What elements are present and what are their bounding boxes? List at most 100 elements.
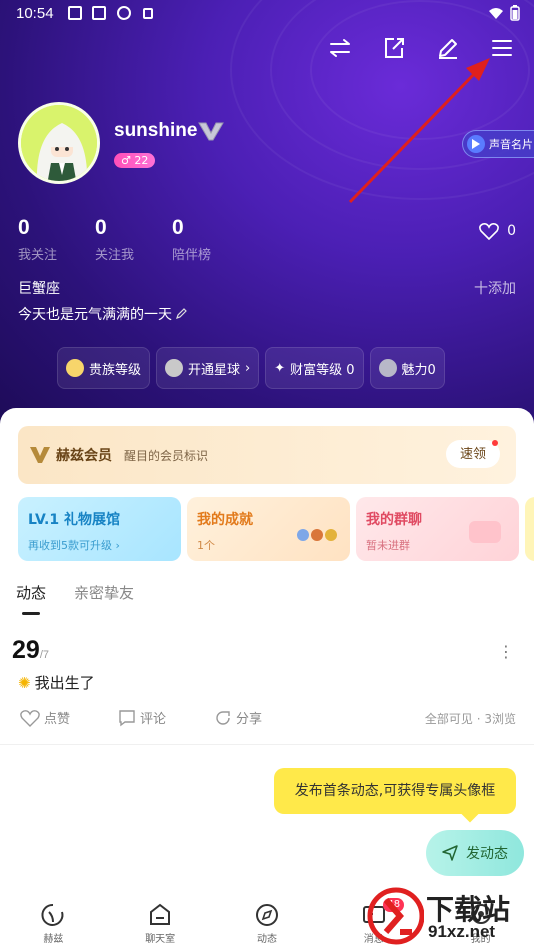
nav-label: 动态 xyxy=(256,934,277,945)
post-moment-button[interactable]: 发动态 xyxy=(426,830,524,876)
charm-pill[interactable]: 魅力0 xyxy=(369,347,445,389)
voice-card-button[interactable]: 声音名片 xyxy=(462,130,534,158)
heart-icon xyxy=(20,709,40,727)
tab-moments[interactable]: 动态 xyxy=(16,582,46,603)
rank-pills: 贵族等级 开通星球 › ✦ 财富等级 0 魅力0 xyxy=(57,347,445,389)
action-label: 评论 xyxy=(140,712,167,727)
red-dot xyxy=(492,440,498,446)
share-icon[interactable] xyxy=(380,34,408,62)
add-tag-button[interactable]: 十添加 xyxy=(474,278,516,298)
post-day: 29 xyxy=(12,636,40,664)
signature[interactable]: 今天也是元气满满的一天 xyxy=(18,304,188,324)
post-visibility: 全部可见 · 3浏览 xyxy=(424,712,516,726)
profile-header: 10:54 sunshine ♂ 22 声音名片 0 我关注 0 关注我 0 陪… xyxy=(0,0,534,430)
post-button-label: 发动态 xyxy=(466,845,508,861)
action-label: 点赞 xyxy=(44,712,71,727)
watermark-logo-icon xyxy=(367,887,424,945)
my-groups-card[interactable]: 我的群聊 暂未进群 xyxy=(356,497,519,561)
switch-icon[interactable] xyxy=(326,34,354,62)
play-icon xyxy=(467,135,485,153)
post-date: 29/7 xyxy=(12,636,49,665)
send-icon xyxy=(442,845,458,861)
claim-label: 速领 xyxy=(459,446,486,461)
noble-level-pill[interactable]: 贵族等级 xyxy=(57,347,151,389)
likes-value: 0 xyxy=(507,223,516,239)
stat-followers[interactable]: 0 关注我 xyxy=(95,216,172,263)
pill-label: 开通星球 xyxy=(188,362,241,378)
card-sub-text: 再收到5款可升级 xyxy=(28,539,112,552)
level-value: 22 xyxy=(134,154,149,167)
nav-label: 聊天室 xyxy=(145,934,176,945)
username: sunshine xyxy=(114,120,198,141)
sun-icon: ✺ xyxy=(18,673,31,692)
crown-icon xyxy=(66,359,84,377)
battery-icon xyxy=(510,5,520,21)
zodiac-tag: 巨蟹座 xyxy=(18,281,60,297)
more-vertical-icon[interactable]: ⋮ xyxy=(498,642,514,661)
gift-hall-card[interactable]: LV.1 礼物展馆 再收到5款可升级 › xyxy=(18,497,181,561)
hertz-icon xyxy=(41,903,64,926)
tab-close-friends[interactable]: 亲密挚友 xyxy=(74,582,134,603)
pencil-icon xyxy=(176,308,188,319)
charm-icon xyxy=(378,359,397,377)
nav-label: 赫兹 xyxy=(43,934,64,945)
stat-label: 陪伴榜 xyxy=(172,248,212,263)
likes-count[interactable]: 0 xyxy=(479,222,516,240)
vip-title: 赫兹会员 xyxy=(56,448,112,464)
open-planet-pill[interactable]: 开通星球 › xyxy=(156,347,260,389)
stat-value: 0 xyxy=(18,216,30,239)
comment-button[interactable]: 评论 xyxy=(118,708,166,727)
vip-v-icon xyxy=(30,447,50,463)
like-button[interactable]: 点赞 xyxy=(20,708,70,727)
action-label: 分享 xyxy=(236,712,263,727)
watermark-site: 91xz.net xyxy=(428,922,496,941)
stats-row: 0 我关注 0 关注我 0 陪伴榜 xyxy=(18,216,249,263)
post-month: /7 xyxy=(39,649,49,661)
card-title: LV.1 礼物展馆 xyxy=(28,512,120,528)
nav-moments[interactable]: 动态 xyxy=(214,894,321,950)
vip-banner[interactable]: 赫兹会员 醒目的会员标识 速领 xyxy=(18,426,516,484)
wifi-icon xyxy=(489,8,503,19)
stat-value: 0 xyxy=(95,216,107,239)
pill-label: 财富等级 0 xyxy=(290,362,355,378)
watermark: 下载站 91xz.net xyxy=(366,884,534,950)
nav-chatroom[interactable]: 聊天室 xyxy=(107,894,214,950)
avatar[interactable] xyxy=(18,102,100,184)
post-actions: 点赞 评论 分享 xyxy=(20,708,262,727)
pill-label: 魅力0 xyxy=(401,362,436,378)
chatroom-icon xyxy=(150,903,171,925)
heart-icon xyxy=(479,223,499,240)
status-bar: 10:54 xyxy=(0,0,534,28)
status-time: 10:54 xyxy=(16,5,54,22)
level-badge: ♂ 22 xyxy=(114,153,156,168)
sparkle-icon: ✦ xyxy=(274,360,286,376)
signature-text: 今天也是元气满满的一天 xyxy=(18,307,172,323)
planet-icon xyxy=(165,359,184,377)
pill-label: 贵族等级 xyxy=(89,362,142,378)
claim-button[interactable]: 速领 xyxy=(446,440,500,468)
share-icon xyxy=(216,710,230,725)
compass-icon xyxy=(255,904,278,926)
achievements-card[interactable]: 我的成就 1个 xyxy=(187,497,350,561)
notification-icon xyxy=(143,8,153,19)
post-text: 我出生了 xyxy=(34,674,95,692)
stat-following[interactable]: 0 我关注 xyxy=(18,216,95,263)
edit-icon[interactable] xyxy=(434,34,462,62)
verified-v-icon xyxy=(198,122,224,141)
voice-card-label: 声音名片 xyxy=(489,138,533,151)
tab-indicator xyxy=(22,612,40,615)
share-button[interactable]: 分享 xyxy=(214,708,262,727)
more-card[interactable] xyxy=(525,497,534,561)
wealth-level-pill[interactable]: ✦ 财富等级 0 xyxy=(265,347,364,389)
divider xyxy=(0,744,534,745)
card-title: 我的成就 xyxy=(197,512,253,528)
stat-value: 0 xyxy=(172,216,184,239)
post-content: ✺ 我出生了 xyxy=(18,672,95,693)
nav-hertz[interactable]: 赫兹 xyxy=(0,894,107,950)
tip-bubble: 发布首条动态,可获得专属头像框 xyxy=(274,768,516,814)
status-right xyxy=(488,5,520,21)
avatar-image xyxy=(21,105,97,181)
menu-icon[interactable] xyxy=(488,34,516,62)
stat-companion-rank[interactable]: 0 陪伴榜 xyxy=(172,216,249,263)
notification-icon xyxy=(117,6,131,20)
